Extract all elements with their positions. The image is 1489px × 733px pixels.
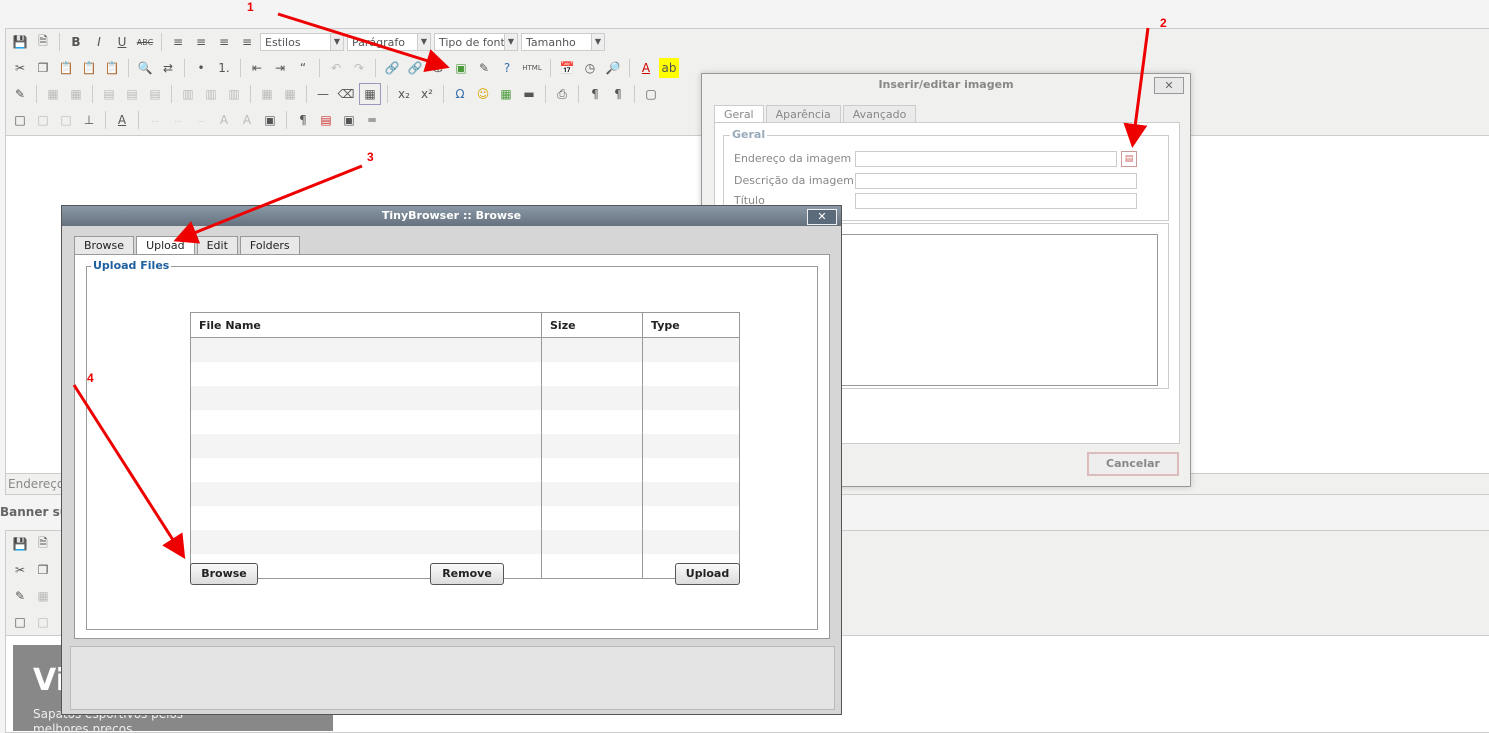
arrow-2 — [1123, 27, 1150, 148]
annotation-label-3: 3 — [367, 150, 374, 164]
annotation-arrows — [72, 12, 1150, 560]
arrow-1 — [277, 12, 450, 73]
annotation-label-4: 4 — [87, 371, 94, 385]
arrow-3 — [173, 164, 363, 244]
arrow-4 — [72, 384, 186, 560]
annotation-label-1: 1 — [247, 0, 254, 14]
annotation-label-2: 2 — [1160, 16, 1167, 30]
